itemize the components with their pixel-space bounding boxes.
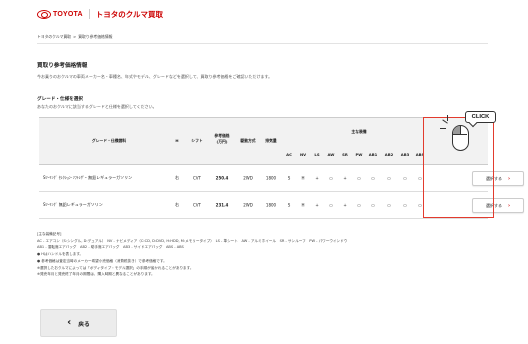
equip-col-pw: PW	[355, 152, 363, 157]
click-label: CLICK	[465, 111, 496, 123]
page-intro: 今お乗りのおクルマの車両メーカー名・車種名、年式やモデル、グレードなどを選択して…	[37, 74, 273, 79]
row-h: 右	[175, 175, 179, 180]
row-equip-ab3: ○	[403, 175, 407, 181]
row-price: 250.4	[215, 175, 229, 181]
row-equip-ab2: ○	[387, 175, 391, 181]
equip-col-ac: AC	[286, 152, 292, 157]
note-line: AC - エアコン（S:シングル, D:デュアル） NV - ナビメディア（C:…	[37, 238, 348, 243]
row-grade: Sﾂｰﾘﾝｸﾞ 無鉛レギュラーガソリン	[43, 202, 103, 207]
section-title: グレード・仕様を選択	[37, 97, 83, 102]
note-line: ● 参考価格は査定当時のメーカー希望小売価格（消費税抜き）で参考価格です。	[37, 258, 167, 263]
equip-col-ab3: AB3	[400, 152, 410, 157]
row-shift: CVT	[193, 175, 201, 181]
chevron-right-icon: ›	[507, 175, 511, 182]
equipment-notes: [主な装備記号] AC - エアコン（S:シングル, D:デュアル） NV - …	[37, 231, 497, 278]
row-h: 右	[175, 202, 179, 207]
page-title: 買取り参考価格情報	[37, 63, 88, 69]
equip-col-ls: LS	[314, 152, 320, 157]
row-shift: CVT	[193, 202, 201, 208]
breadcrumb-separator: >	[73, 34, 77, 39]
header-drive: 駆動方式	[240, 138, 256, 143]
grade-table: グレード・仕様諸料 H シフト 参考価格 (万円) 駆動方式 排気量 主な装備 A…	[39, 117, 524, 219]
row-grade: Sﾂｰﾘﾝｸﾞ ｾﾚｸｼｮﾝ･ｿﾌﾄﾚｻﾞｰ 無鉛レギュラーガソリン	[43, 175, 133, 180]
row-equip-sr: +	[343, 202, 347, 208]
toyota-logo[interactable]: TOYOTA トヨタのクルマ買取	[37, 9, 163, 19]
header-displacement: 排気量	[265, 138, 277, 143]
row-equip-ab3: ○	[403, 202, 407, 208]
row-equip-ab1: ○	[371, 202, 375, 208]
row-equip-nv: H	[301, 175, 305, 181]
equip-col-sr: SR	[342, 152, 348, 157]
back-button-label: 戻る	[78, 321, 90, 328]
row-equip-pw: ○	[357, 202, 361, 208]
table-row: Sﾂｰﾘﾝｸﾞ 無鉛レギュラーガソリン 右 CVT 231.4 2WD 1800…	[39, 192, 524, 219]
note-line: ※選択したおクルマによっては「ボディタイプ・モデル選択」の手順が省かれることがあ…	[37, 265, 194, 270]
site-header: TOYOTA トヨタのクルマ買取	[0, 0, 528, 26]
equip-col-nv: NV	[299, 152, 307, 157]
row-equip-aw: ○	[329, 202, 333, 208]
row-equip-pw: ○	[357, 175, 361, 181]
note-line: ● Hはハンドルを表します。	[37, 252, 84, 257]
row-equip-aw: ○	[329, 175, 333, 181]
note-line: ※発売年月と発売終了年月の期間は、購入時期と異なることがあります。	[37, 272, 155, 277]
click-ray-icon	[440, 128, 446, 130]
header-h: H	[175, 138, 179, 143]
row-equip-ls: +	[315, 202, 319, 208]
toyota-emblem-icon	[37, 9, 51, 19]
header-divider	[37, 43, 488, 44]
header-price: 参考価格 (万円)	[214, 133, 230, 144]
row-equip-sr: +	[343, 175, 347, 181]
mouse-left-button-icon	[453, 126, 460, 134]
logo-divider	[88, 9, 90, 19]
row-equip-ab1: ○	[371, 175, 375, 181]
header-grade: グレード・仕様諸料	[91, 138, 127, 143]
row-equip-ac: S	[287, 202, 291, 208]
row-drive: 2WD	[243, 202, 253, 208]
equip-col-ab2: AB2	[384, 152, 394, 157]
row-equip-ac: S	[287, 175, 291, 181]
row-equip-ab2: ○	[387, 202, 391, 208]
row-drive: 2WD	[243, 175, 253, 181]
row-displacement: 1800	[265, 175, 277, 181]
row-equip-nv: H	[301, 202, 305, 208]
back-button[interactable]: ‹ 戻る	[40, 309, 117, 337]
note-line: AB1 - 運転席エアバッグ AB2 - 助手席エアバッグ AB3 - サイドエ…	[37, 245, 184, 250]
equip-col-aw: AW	[327, 152, 335, 157]
row-equip-ls: +	[315, 175, 319, 181]
note-line: [主な装備記号]	[37, 232, 62, 236]
chevron-left-icon: ‹	[67, 317, 72, 328]
equip-col-ab1: AB1	[368, 152, 378, 157]
breadcrumb-home-link[interactable]: トヨタのクルマ買取	[37, 34, 71, 40]
breadcrumb-current: 買取り参考価格情報	[78, 34, 113, 39]
row-price: 231.4	[215, 202, 229, 208]
header-equipment: 主な装備	[351, 129, 367, 134]
breadcrumb: トヨタのクルマ買取 > 買取り参考価格情報	[37, 34, 112, 40]
row-displacement: 1800	[265, 202, 277, 208]
brand-name: トヨタのクルマ買取	[95, 9, 164, 19]
logo-text: TOYOTA	[53, 10, 83, 18]
table-header: グレード・仕様諸料 H シフト 参考価格 (万円) 駆動方式 排気量 主な装備 A…	[39, 118, 488, 165]
table-row: Sﾂｰﾘﾝｸﾞ ｾﾚｸｼｮﾝ･ｿﾌﾄﾚｻﾞｰ 無鉛レギュラーガソリン 右 CVT…	[39, 165, 524, 192]
header-shift: シフト	[191, 138, 203, 143]
click-ray-icon	[447, 115, 449, 121]
chevron-right-icon: ›	[507, 202, 511, 209]
section-description: あなたのおクルマに該当するグレードと仕様を選択してください。	[37, 104, 157, 109]
